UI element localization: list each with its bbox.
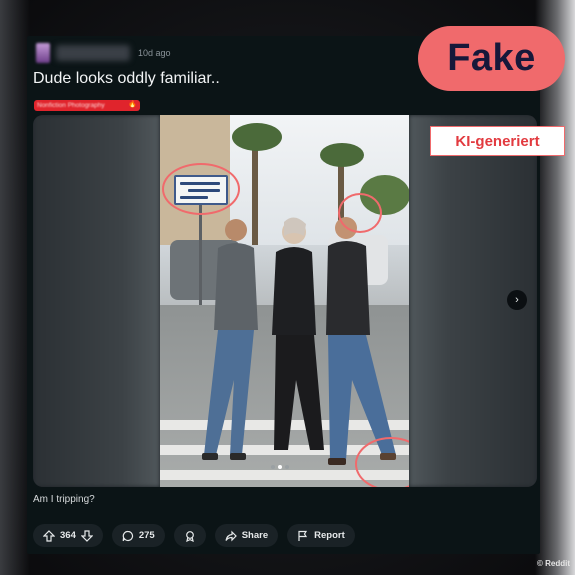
report-button[interactable]: Report <box>287 524 355 547</box>
fake-verdict-badge: Fake <box>418 26 565 91</box>
gallery-dots <box>271 465 289 469</box>
award-icon <box>185 530 194 542</box>
highlight-circle-sign <box>162 163 240 215</box>
media-gallery[interactable]: › <box>33 115 537 487</box>
palm-crown <box>232 123 282 151</box>
gallery-dot[interactable] <box>285 465 289 469</box>
share-label: Share <box>241 530 269 541</box>
upvote-icon[interactable] <box>43 529 55 542</box>
downvote-icon[interactable] <box>80 529 93 542</box>
image-credit: © Reddit <box>536 559 570 568</box>
gallery-dot-active[interactable] <box>278 465 282 469</box>
vote-pill: 364 <box>33 524 103 547</box>
chevron-right-icon: › <box>515 294 519 306</box>
background-edge-left <box>0 0 30 575</box>
post-timestamp: 10d ago <box>138 48 171 58</box>
report-label: Report <box>314 530 345 541</box>
reddit-post-card: 10d ago Dude looks oddly familiar.. Nonf… <box>27 36 540 554</box>
comment-icon <box>122 530 133 541</box>
post-flair[interactable]: Nonfiction Photography 🔥 <box>34 100 140 111</box>
street-photo[interactable] <box>160 115 409 487</box>
post-header: 10d ago <box>36 42 171 64</box>
comments-button[interactable]: 275 <box>111 524 165 547</box>
highlight-circle-traffic-light <box>338 193 382 233</box>
gallery-dot[interactable] <box>271 465 275 469</box>
ai-generated-label: KI-generiert <box>430 126 565 156</box>
walking-men <box>202 217 396 465</box>
media-blur-left <box>33 115 160 487</box>
ai-generated-text: KI-generiert <box>455 132 540 150</box>
palm-crown <box>320 143 364 167</box>
fake-verdict-text: Fake <box>447 37 536 79</box>
gallery-next-button[interactable]: › <box>507 290 527 310</box>
post-body-text: Am I tripping? <box>33 494 95 505</box>
username-redacted[interactable] <box>56 45 130 61</box>
avatar[interactable] <box>36 43 50 63</box>
flair-text: Nonfiction Photography <box>37 102 105 109</box>
vote-count: 364 <box>60 530 76 541</box>
comment-count: 275 <box>138 530 155 541</box>
post-actions: 364 275 Share Report <box>33 524 355 547</box>
award-button[interactable] <box>173 524 206 547</box>
share-icon <box>225 530 237 541</box>
report-flag-icon <box>298 530 308 541</box>
fire-emoji: 🔥 <box>128 101 137 108</box>
post-title[interactable]: Dude looks oddly familiar.. <box>33 70 220 88</box>
share-button[interactable]: Share <box>214 524 279 547</box>
